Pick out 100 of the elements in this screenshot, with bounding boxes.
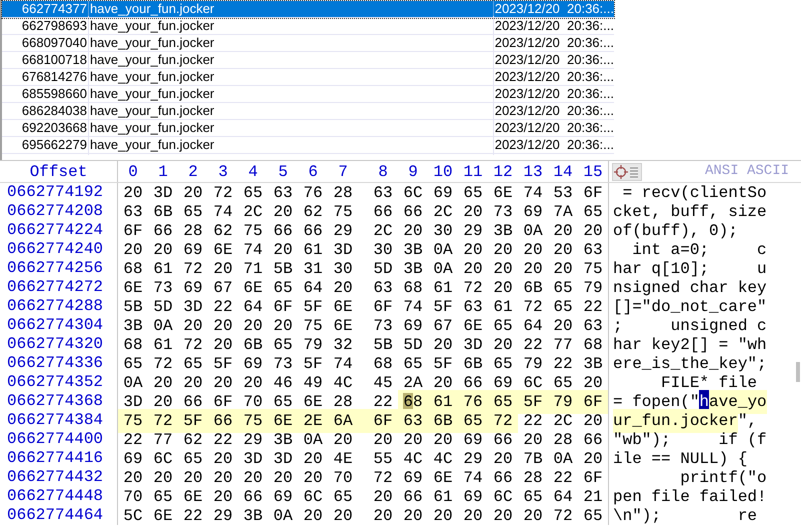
file-date: 2023/12/20 20:36:...	[492, 135, 614, 155]
file-name: have_your_fun.jocker	[88, 16, 493, 36]
file-row[interactable]: 662798693 have_your_fun.jocker 2023/12/20 20:36:...	[2, 18, 614, 35]
hex-byte: 20	[182, 468, 204, 488]
hex-byte: 66	[272, 220, 294, 242]
hex-byte: 6C	[492, 486, 514, 508]
hex-byte: 63	[372, 182, 394, 204]
hex-byte: 6E	[212, 240, 234, 260]
hex-byte: 61	[152, 334, 174, 356]
hex-byte: 65	[122, 354, 144, 374]
column-header: 7	[337, 162, 349, 182]
hex-byte: 6C	[402, 182, 424, 204]
hex-byte: 20	[212, 486, 234, 508]
hex-byte: 0A	[272, 506, 294, 526]
hex-byte: 72	[462, 278, 484, 298]
hex-byte: 32	[332, 334, 354, 356]
column-header: 8	[377, 162, 389, 182]
hex-byte: 20	[372, 430, 394, 450]
hex-byte: 69	[242, 354, 264, 374]
file-name: have_your_fun.jocker	[88, 33, 493, 53]
offset-label: 0662774272	[0, 278, 118, 297]
hex-byte: 0A	[552, 448, 574, 470]
hex-byte: 4C	[332, 372, 354, 394]
file-row[interactable]: 668097040 have_your_fun.jocker 2023/12/20 20:36:...	[2, 35, 614, 52]
file-row[interactable]: 686284038 have_your_fun.jocker 2023/12/20 20:36:...	[2, 103, 614, 120]
hex-byte: 65	[552, 278, 574, 298]
hex-byte: 66	[372, 202, 394, 222]
file-row[interactable]: 676814276 have_your_fun.jocker 2023/12/20 20:36:...	[2, 69, 614, 86]
ascii-text: cket, buff, size	[613, 202, 767, 222]
hex-byte: 65	[462, 182, 484, 204]
file-offset: 662774377	[20, 0, 88, 18]
hex-byte: 6E	[462, 316, 484, 336]
hex-byte: 5F	[178, 408, 208, 432]
file-row[interactable]: 692203668 have_your_fun.jocker 2023/12/20 20:36:...	[2, 120, 614, 137]
hex-byte: 5F	[432, 354, 454, 374]
hex-byte: 65	[182, 354, 204, 374]
offset-label: 0662774464	[0, 506, 118, 525]
hex-byte: 65	[552, 296, 574, 318]
hex-byte: 20	[522, 506, 544, 526]
hex-byte: 67	[212, 278, 234, 298]
offset-label: 0662774256	[0, 259, 118, 278]
scrollbar-thumb[interactable]	[796, 362, 800, 382]
hex-byte: 29	[462, 220, 484, 242]
hex-byte: 4C	[432, 448, 454, 470]
file-row[interactable]: 685598660 have_your_fun.jocker 2023/12/20 20:36:...	[2, 86, 614, 103]
hex-byte: 20	[242, 468, 264, 488]
crosshair-list-icon[interactable]	[612, 162, 642, 180]
hex-byte: 69	[432, 182, 454, 204]
hex-byte: 20	[122, 240, 144, 260]
hex-byte: 20	[242, 316, 264, 336]
hex-byte: 20	[462, 506, 484, 526]
hex-byte: 53	[552, 182, 574, 204]
ascii-text: "wb"); if (f	[613, 430, 767, 450]
hex-byte: 61	[432, 486, 454, 508]
hex-byte: 30	[432, 220, 454, 242]
hex-byte: 29	[242, 430, 264, 450]
hex-byte: 66	[582, 430, 604, 450]
hex-byte: 29	[212, 506, 234, 526]
hex-byte: 3B	[122, 316, 144, 336]
hex-byte: 63	[462, 296, 484, 318]
hex-byte: 6E	[152, 506, 174, 526]
file-offset: 668097040	[20, 34, 88, 52]
hex-byte: 74	[212, 202, 234, 222]
hex-byte: 72	[152, 354, 174, 374]
hex-byte: 6E	[122, 278, 144, 298]
hex-byte: 65	[582, 202, 604, 222]
hex-byte: 3D	[462, 334, 484, 356]
hex-byte: 63	[398, 408, 428, 432]
hex-byte: 21	[582, 486, 604, 508]
hex-byte: 22	[552, 468, 574, 488]
hex-byte: 22	[522, 334, 544, 356]
hex-byte: 6B	[242, 334, 264, 356]
ascii-text: []="do_not_care"	[613, 296, 767, 318]
hex-byte: 61	[152, 258, 174, 280]
hex-byte: 28	[332, 182, 354, 204]
hex-byte: 75	[582, 258, 604, 280]
hex-byte: 20	[182, 372, 204, 394]
file-date: 2023/12/20 20:36:...	[492, 118, 614, 138]
hex-byte: 6E	[332, 296, 354, 318]
hex-byte: 6F	[578, 390, 608, 414]
column-header: 15	[582, 162, 604, 182]
hex-byte: 6F	[358, 408, 398, 432]
hex-byte: 6F	[582, 468, 604, 488]
hex-byte: 2E	[298, 408, 328, 432]
hex-byte: 75	[118, 408, 148, 432]
column-header: 3	[217, 162, 229, 182]
hex-byte: 66	[492, 430, 514, 450]
hex-byte: 65	[582, 506, 604, 526]
hex-byte: 20	[492, 506, 514, 526]
file-offset: 676814276	[20, 68, 88, 86]
hex-byte: 73	[372, 316, 394, 336]
file-row[interactable]: 662774377 have_your_fun.jocker 2023/12/20 20:36:...	[2, 1, 614, 18]
hex-byte: 68	[122, 258, 144, 280]
file-row[interactable]: 695662279 have_your_fun.jocker 2023/12/20 20:36:...	[2, 137, 614, 154]
hex-byte: 20	[432, 334, 454, 356]
file-row[interactable]: 668100718 have_your_fun.jocker 2023/12/20 20:36:...	[2, 52, 614, 69]
hex-byte: 66	[402, 202, 424, 222]
hex-byte: 20	[272, 468, 294, 488]
hex-byte: 75	[332, 202, 354, 222]
hex-byte: 20	[122, 182, 144, 204]
